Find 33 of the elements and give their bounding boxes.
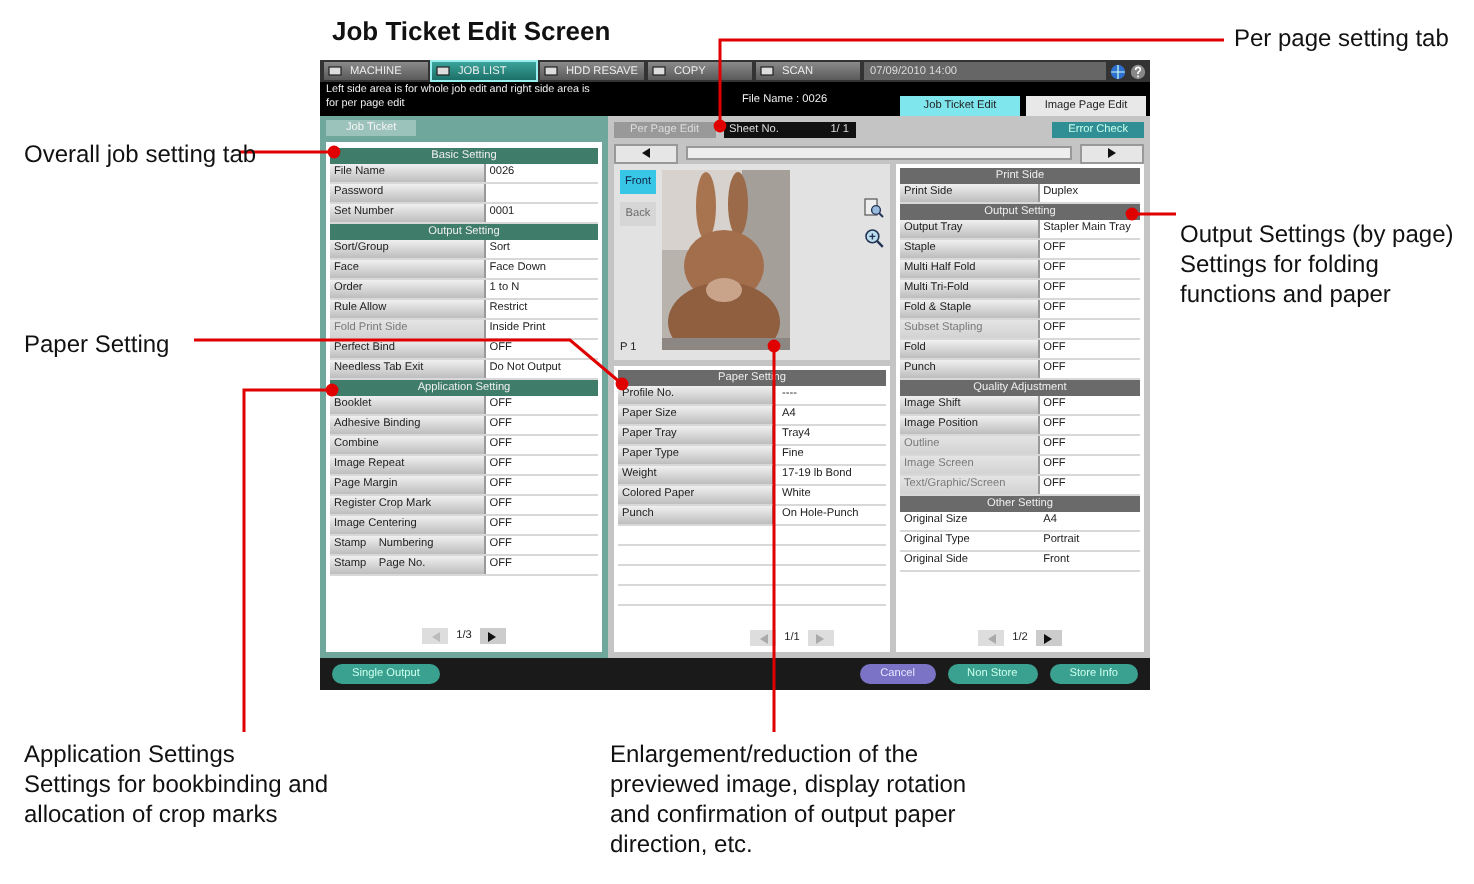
globe-icon[interactable] — [1110, 63, 1126, 79]
left-arrow-icon — [759, 633, 768, 643]
callout-text: Settings for folding functions and paper — [1180, 250, 1393, 310]
right-arrow-icon — [816, 633, 825, 643]
leader-line — [1125, 207, 1176, 221]
right-arrow-icon — [488, 631, 497, 641]
callout-title: Enlargement/reduction of the previewed image, display rotation and confirmation of output paper direction, etc. — [610, 740, 969, 860]
next-page-button[interactable] — [1035, 630, 1062, 646]
page-zoom-icon[interactable] — [864, 198, 884, 218]
next-page-button[interactable] — [479, 628, 506, 644]
callout-title: Paper Setting — [24, 330, 172, 360]
prev-page-button[interactable] — [750, 630, 777, 646]
callout-text: Settings for bookbinding and allocation of crop marks — [24, 770, 331, 830]
right-arrow-icon — [1108, 148, 1116, 158]
page-title: Job Ticket Edit Screen — [332, 15, 611, 45]
panel-icon — [652, 66, 666, 76]
next-sheet-button[interactable] — [1080, 143, 1144, 163]
left-arrow-icon — [987, 633, 996, 643]
panel-icon — [760, 66, 774, 76]
callout-title: Per page setting tab — [1234, 24, 1451, 54]
help-icon[interactable] — [1130, 63, 1146, 79]
prev-sheet-button[interactable] — [614, 143, 678, 163]
panel-icon — [328, 66, 342, 76]
callout-title: Application Settings — [24, 740, 237, 770]
callout-title: Output Settings (by page) — [1180, 220, 1456, 250]
scrollbar[interactable] — [686, 146, 1072, 160]
panel-icon — [436, 66, 450, 76]
panel-icon — [544, 66, 558, 76]
right-arrow-icon — [1044, 633, 1053, 643]
zoom-in-icon[interactable] — [864, 228, 884, 248]
left-arrow-icon — [642, 148, 650, 158]
callout-title: Overall job setting tab — [24, 140, 259, 170]
left-arrow-icon — [431, 631, 440, 641]
